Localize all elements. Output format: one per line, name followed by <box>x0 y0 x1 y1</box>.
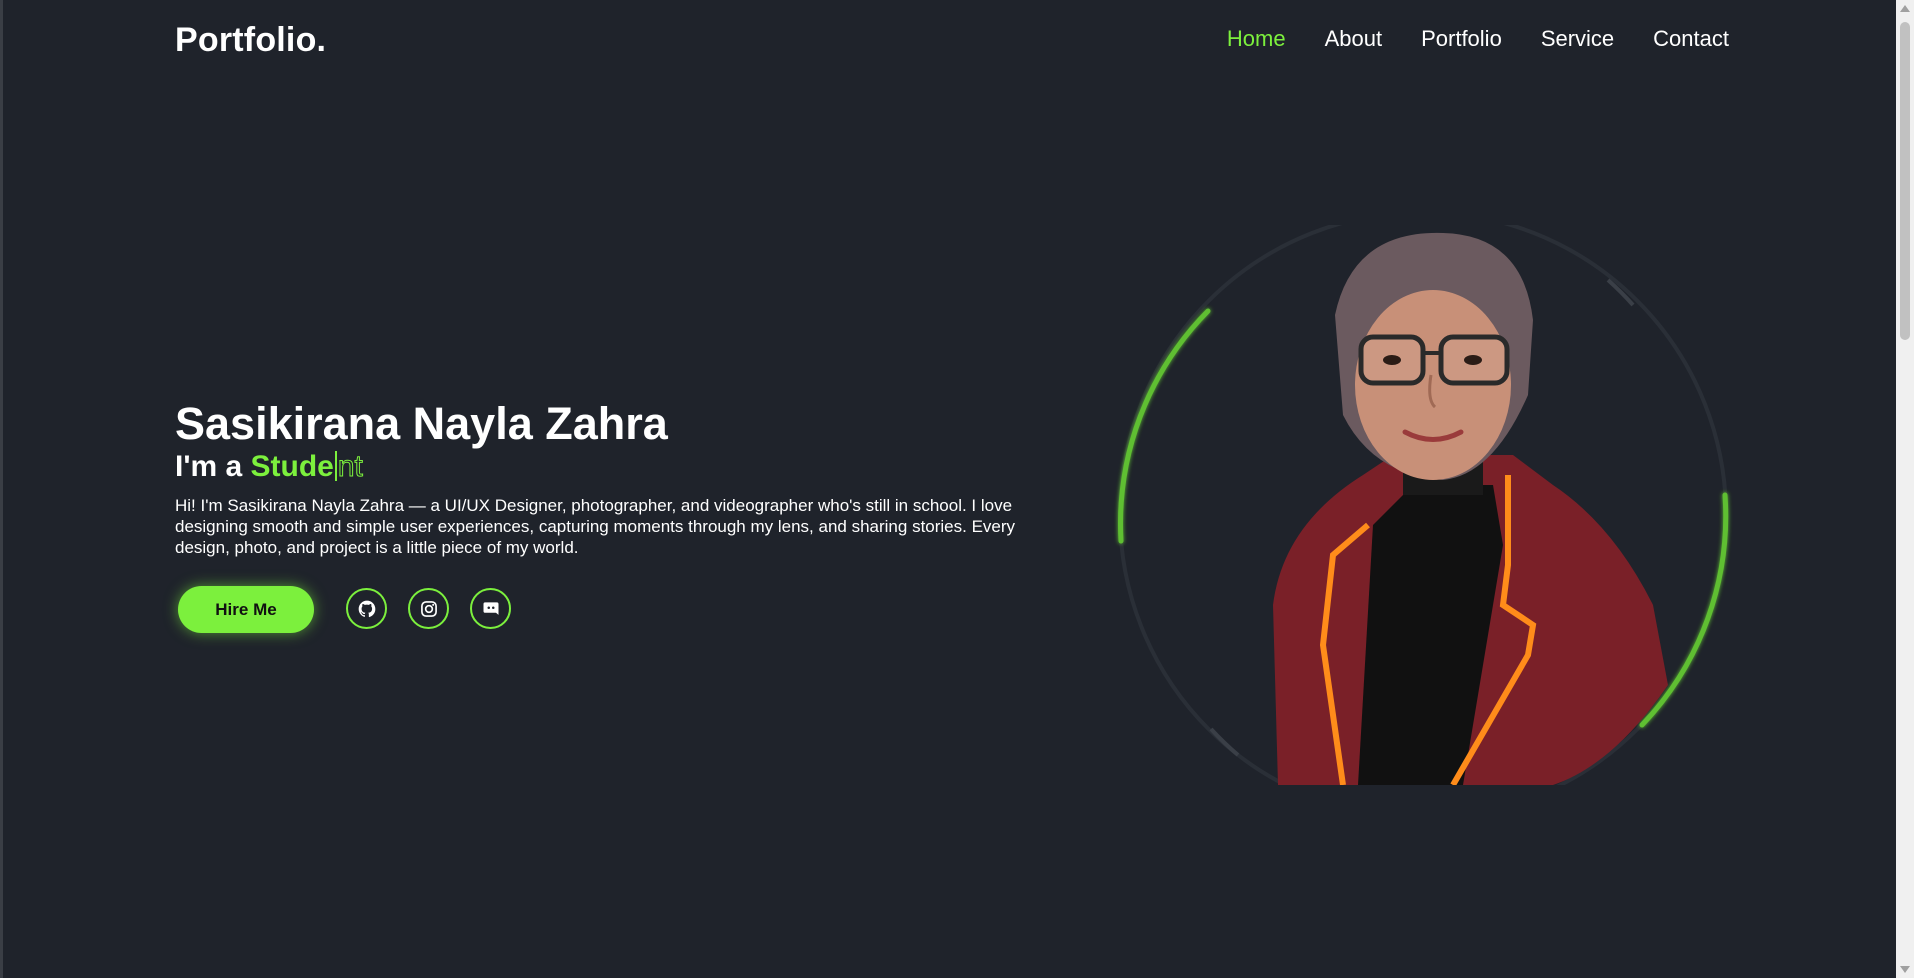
role-remaining-text: nt <box>337 450 363 484</box>
hire-me-button[interactable]: Hire Me <box>178 586 314 633</box>
instagram-link[interactable] <box>408 588 449 629</box>
discord-icon <box>483 601 498 615</box>
main-nav: Home About Portfolio Service Contact <box>1188 26 1729 52</box>
scroll-up-arrow-icon[interactable] <box>1900 5 1910 12</box>
github-link[interactable] <box>346 588 387 629</box>
portfolio-page: Portfolio. Home About Portfolio Service … <box>0 0 1914 978</box>
site-logo[interactable]: Portfolio. <box>175 21 326 60</box>
scroll-thumb[interactable] <box>1900 22 1910 340</box>
hero-description: Hi! I'm Sasikirana Nayla Zahra — a UI/UX… <box>175 496 1016 557</box>
page-scrollbar[interactable] <box>1896 0 1914 978</box>
profile-photo <box>1273 232 1668 785</box>
role-typed-text: Stude <box>250 450 334 483</box>
nav-portfolio[interactable]: Portfolio <box>1421 26 1502 52</box>
scroll-down-arrow-icon[interactable] <box>1900 966 1910 973</box>
nav-service[interactable]: Service <box>1541 26 1614 52</box>
instagram-icon <box>420 600 437 617</box>
hero-role: I'm a Stude nt <box>175 450 363 484</box>
hero-name: Sasikirana Nayla Zahra <box>175 398 668 449</box>
github-icon <box>358 600 375 617</box>
nav-about[interactable]: About <box>1325 26 1383 52</box>
nav-home[interactable]: Home <box>1227 26 1286 52</box>
profile-photo-area <box>1113 225 1733 785</box>
role-prefix: I'm a <box>175 450 243 483</box>
typing-caret <box>334 451 337 481</box>
discord-link[interactable] <box>470 588 511 629</box>
site-header: Portfolio. Home About Portfolio Service … <box>3 0 1899 84</box>
nav-contact[interactable]: Contact <box>1653 26 1729 52</box>
